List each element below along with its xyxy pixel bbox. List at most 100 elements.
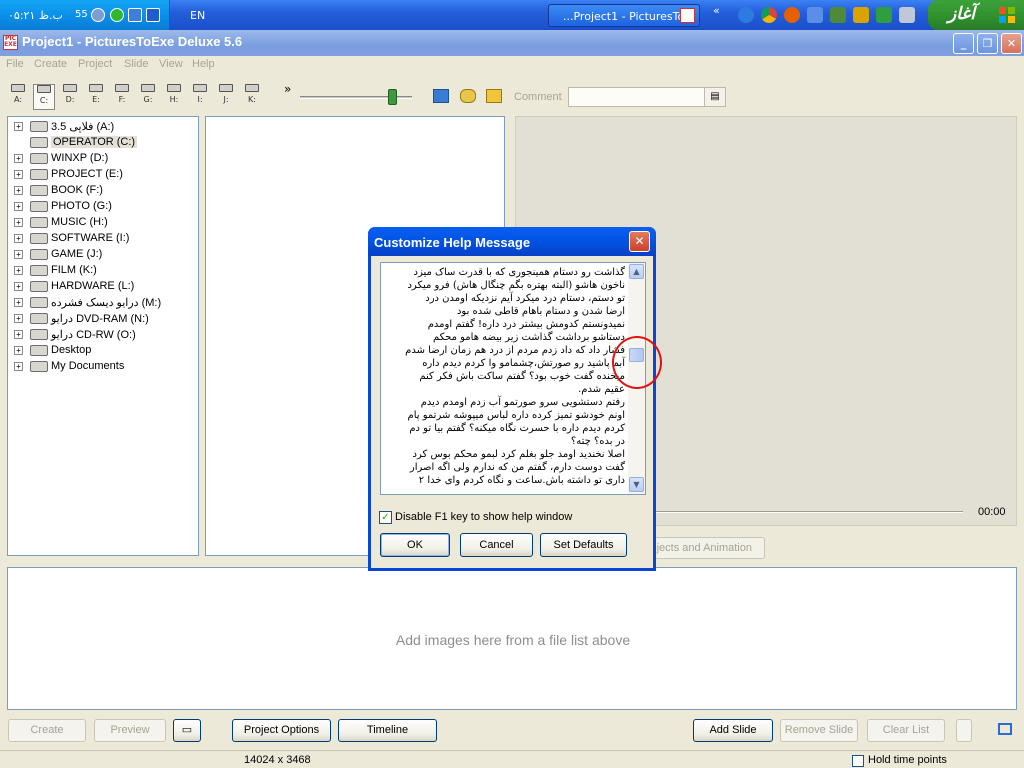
drive-d-button[interactable]: D: (59, 84, 81, 110)
drive-label: H: (169, 95, 179, 104)
start-label: آغاز (948, 4, 976, 24)
expand-icon[interactable]: + (14, 346, 23, 355)
expand-icon[interactable]: + (14, 170, 23, 179)
drive-c-button[interactable]: C: (33, 84, 55, 110)
expand-icon[interactable]: + (14, 282, 23, 291)
document-icon: ▤ (710, 91, 720, 102)
menu-project[interactable]: Project (78, 58, 112, 70)
expand-icon[interactable]: + (14, 266, 23, 275)
taskbar-window-button[interactable]: ...Project1 - PicturesTo (548, 4, 700, 27)
menu-create[interactable]: Create (34, 58, 67, 70)
tray-flash-icon[interactable] (146, 8, 160, 22)
timeline-button[interactable]: Timeline (338, 719, 437, 742)
help-message-textarea[interactable]: گذاشت رو دستام همینجوری که با قدرت ساک م… (380, 262, 646, 495)
project-options-button[interactable]: Project Options (232, 719, 331, 742)
fullscreen-icon[interactable] (994, 719, 1016, 742)
customize-help-dialog: Customize Help Message ✕ گذاشت رو دستام … (368, 227, 656, 571)
cancel-button[interactable]: Cancel (460, 533, 533, 557)
minimize-button[interactable]: _ (953, 33, 974, 54)
more-drives-chevron[interactable]: » (284, 82, 291, 96)
start-button[interactable]: آغاز (928, 0, 1024, 30)
hold-time-points-checkbox[interactable] (852, 755, 864, 767)
slide-list[interactable]: Add images here from a file list above (7, 567, 1017, 710)
network-icon[interactable] (830, 7, 846, 23)
expand-icon[interactable]: + (14, 202, 23, 211)
preview-button[interactable]: Preview (94, 719, 166, 742)
tray-green-circle-icon[interactable] (110, 8, 124, 22)
expand-icon[interactable]: + (14, 314, 23, 323)
dialog-title-bar[interactable]: Customize Help Message ✕ (368, 227, 656, 256)
expand-icon[interactable]: + (14, 234, 23, 243)
expand-icon[interactable]: + (14, 154, 23, 163)
chrome-icon[interactable] (761, 7, 777, 23)
add-slide-button[interactable]: Add Slide (693, 719, 773, 742)
quicklaunch-chevron[interactable]: « (713, 4, 720, 17)
expand-icon[interactable]: + (14, 186, 23, 195)
disable-f1-label[interactable]: Disable F1 key to show help window (395, 511, 572, 523)
up-folder-icon[interactable] (486, 89, 502, 103)
drive-h-button[interactable]: H: (163, 84, 185, 110)
preview-seek-bar[interactable] (655, 511, 963, 513)
firefox-icon[interactable] (784, 7, 800, 23)
clear-list-button[interactable]: Clear List (867, 719, 945, 742)
drive-j-button[interactable]: J: (215, 84, 237, 110)
drive-f-button[interactable]: F: (111, 84, 133, 110)
close-button[interactable]: ✕ (1001, 33, 1022, 54)
scroll-down-button[interactable]: ▼ (629, 477, 644, 492)
clock[interactable]: ۰۵:۲۱ ب.ظ (8, 9, 63, 22)
hold-time-points-label[interactable]: Hold time points (868, 754, 947, 766)
folder-tree[interactable]: + فلاپی 3.5 (A:) OPERATOR (C:) + WINXP (D:) +… (7, 116, 199, 556)
app-icon[interactable]: PIC EXE (3, 35, 18, 50)
tree-item-label: MUSIC (H:) (51, 216, 108, 228)
slide-icon-button[interactable]: ▭ (173, 719, 201, 742)
window-title-bar[interactable]: PIC EXE Project1 - PicturesToExe Deluxe … (0, 30, 1024, 56)
disable-f1-checkbox[interactable]: ✓ (379, 511, 392, 524)
drive-icon (30, 169, 48, 180)
expand-icon[interactable]: + (14, 330, 23, 339)
menu-help[interactable]: Help (192, 58, 215, 70)
new-folder-icon[interactable] (433, 89, 449, 103)
maximize-button[interactable]: ❐ (977, 33, 998, 54)
dialog-close-button[interactable]: ✕ (629, 231, 650, 252)
settings-icon[interactable] (899, 7, 915, 23)
expand-icon[interactable]: + (14, 362, 23, 371)
expand-icon[interactable]: + (14, 218, 23, 227)
expand-icon[interactable]: + (14, 122, 23, 131)
create-button[interactable]: Create (8, 719, 86, 742)
comment-browse-button[interactable]: ▤ (704, 87, 726, 107)
floppy-drive-icon (11, 84, 25, 92)
toolbar: A: C: D: E: F: G: H: I: J: K: » (0, 76, 1024, 114)
menu-slide[interactable]: Slide (124, 58, 148, 70)
set-defaults-button[interactable]: Set Defaults (540, 533, 627, 557)
expand-icon[interactable]: + (14, 250, 23, 259)
text-icon[interactable] (807, 7, 823, 23)
ie-icon[interactable] (738, 7, 754, 23)
ok-button[interactable]: OK (380, 533, 450, 557)
drive-a-button[interactable]: A: (7, 84, 29, 110)
reorder-stepper[interactable] (956, 719, 972, 742)
language-indicator[interactable]: EN (190, 9, 205, 22)
tray-number[interactable]: 55 (75, 9, 88, 20)
windows-flag-icon (999, 7, 1015, 23)
drive-k-button[interactable]: K: (241, 84, 263, 110)
menu-bar: File Create Project Slide View Help (0, 56, 1024, 74)
slider-thumb[interactable] (388, 89, 397, 105)
tray-text-icon[interactable] (128, 8, 142, 22)
menu-file[interactable]: File (6, 58, 24, 70)
remove-slide-button[interactable]: Remove Slide (780, 719, 858, 742)
paint-icon[interactable] (853, 7, 869, 23)
drive-e-button[interactable]: E: (85, 84, 107, 110)
menu-view[interactable]: View (159, 58, 183, 70)
drive-icon (30, 153, 48, 164)
open-folder-icon[interactable] (460, 89, 476, 103)
drive-g-button[interactable]: G: (137, 84, 159, 110)
drive-i-button[interactable]: I: (189, 84, 211, 110)
tray-network-icon[interactable] (91, 8, 105, 22)
dialog-title: Customize Help Message (374, 235, 531, 250)
scroll-up-button[interactable]: ▲ (629, 264, 644, 279)
objects-and-animation-button[interactable]: Objects and Animation (640, 537, 765, 559)
comment-input[interactable] (568, 87, 708, 107)
tree-icon[interactable] (876, 7, 892, 23)
expand-icon[interactable]: + (14, 298, 23, 307)
help-message-line: گفت دوست دارم، گفتم من که ندارم ولی اگه … (409, 462, 625, 473)
